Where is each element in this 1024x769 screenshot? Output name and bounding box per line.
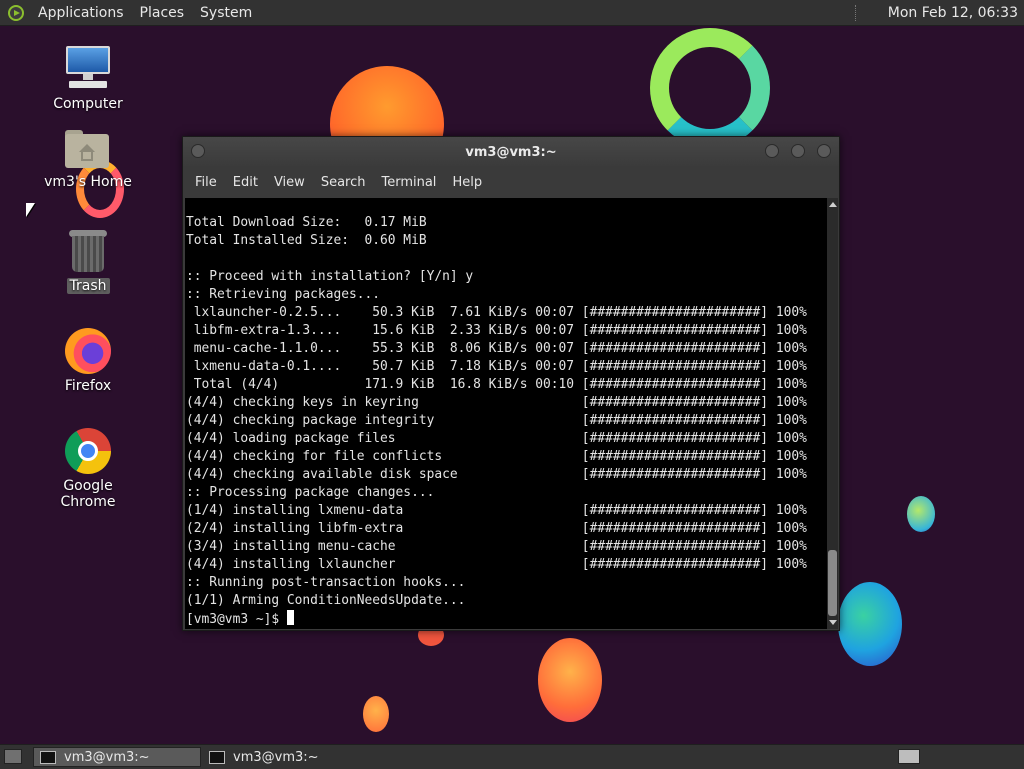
terminal-line: menu-cache-1.1.0... 55.3 KiB 8.06 KiB/s … bbox=[193, 341, 807, 356]
terminal-line: (4/4) checking for file conflicts [#####… bbox=[186, 449, 807, 464]
terminal-line: :: Running post-transaction hooks... bbox=[186, 575, 466, 590]
background-green-ring bbox=[650, 28, 770, 148]
terminal-output[interactable]: Total Download Size: 0.17 MiB Total Inst… bbox=[185, 198, 827, 629]
menu-help[interactable]: Help bbox=[444, 175, 490, 190]
desktop-icon-firefox[interactable]: Firefox bbox=[33, 328, 143, 394]
computer-icon bbox=[65, 46, 111, 92]
bottom-taskbar: vm3@vm3:~ vm3@vm3:~ bbox=[0, 744, 1024, 769]
trash-icon bbox=[69, 230, 107, 274]
terminal-line: Total Download Size: 0.17 MiB bbox=[186, 215, 427, 230]
terminal-line: (2/4) installing libfm-extra [##########… bbox=[186, 521, 807, 536]
background-orange-blob-bottom bbox=[538, 638, 602, 722]
taskbar-item-label: vm3@vm3:~ bbox=[233, 749, 319, 765]
terminal-prompt: [vm3@vm3 ~]$ bbox=[186, 612, 287, 627]
home-folder-icon bbox=[65, 130, 111, 170]
terminal-line: (3/4) installing menu-cache [###########… bbox=[186, 539, 807, 554]
background-blue-blob bbox=[838, 582, 902, 666]
top-panel: Applications Places System Mon Feb 12, 0… bbox=[0, 0, 1024, 26]
chrome-icon bbox=[65, 428, 111, 474]
terminal-line: (4/4) checking keys in keyring [########… bbox=[186, 395, 807, 410]
terminal-line: (4/4) loading package files [###########… bbox=[186, 431, 807, 446]
terminal-line: (4/4) checking package integrity [######… bbox=[186, 413, 807, 428]
desktop-icon-home[interactable]: vm3's Home bbox=[33, 130, 143, 190]
menu-file[interactable]: File bbox=[187, 175, 225, 190]
background-small-blob-bottom bbox=[363, 696, 389, 732]
menu-search[interactable]: Search bbox=[313, 175, 374, 190]
menu-places[interactable]: Places bbox=[132, 5, 193, 21]
close-button[interactable] bbox=[817, 144, 831, 158]
window-titlebar[interactable]: vm3@vm3:~ bbox=[183, 137, 839, 168]
terminal-icon bbox=[40, 750, 56, 764]
minimize-button[interactable] bbox=[765, 144, 779, 158]
menu-applications[interactable]: Applications bbox=[30, 5, 132, 21]
window-title: vm3@vm3:~ bbox=[465, 145, 557, 160]
terminal-text: Total Download Size: 0.17 MiB Total Inst… bbox=[185, 198, 827, 629]
terminal-line: lxlauncher-0.2.5... 50.3 KiB 7.61 KiB/s … bbox=[193, 305, 807, 320]
terminal-line: libfm-extra-1.3.... 15.6 KiB 2.33 KiB/s … bbox=[193, 323, 807, 338]
distro-logo-icon[interactable] bbox=[8, 4, 24, 21]
terminal-line: (1/4) installing lxmenu-data [##########… bbox=[186, 503, 807, 518]
terminal-line: Total Installed Size: 0.60 MiB bbox=[186, 233, 427, 248]
terminal-line: (1/1) Arming ConditionNeedsUpdate... bbox=[186, 593, 466, 608]
terminal-line: :: Proceed with installation? [Y/n] y bbox=[186, 269, 474, 284]
terminal-scrollbar[interactable] bbox=[827, 198, 838, 629]
desktop-icon-label: vm3's Home bbox=[44, 174, 132, 190]
firefox-icon bbox=[65, 328, 111, 374]
menu-edit[interactable]: Edit bbox=[225, 175, 266, 190]
workspace-switcher[interactable] bbox=[898, 749, 920, 764]
desktop-icon-label: Computer bbox=[53, 96, 123, 112]
scrollbar-thumb[interactable] bbox=[828, 550, 837, 616]
maximize-button[interactable] bbox=[791, 144, 805, 158]
desktop-icon-chrome[interactable]: Google Chrome bbox=[33, 428, 143, 510]
terminal-line: lxmenu-data-0.1.... 50.7 KiB 7.18 KiB/s … bbox=[193, 359, 807, 374]
terminal-menubar: File Edit View Search Terminal Help bbox=[183, 168, 839, 196]
menu-view[interactable]: View bbox=[266, 175, 313, 190]
terminal-line: (4/4) installing lxlauncher [###########… bbox=[186, 557, 807, 572]
terminal-window: vm3@vm3:~ File Edit View Search Terminal… bbox=[182, 136, 840, 631]
desktop-icon-label: Firefox bbox=[64, 378, 112, 394]
terminal-line: Total (4/4) 171.9 KiB 16.8 KiB/s 00:10 [… bbox=[193, 377, 807, 392]
taskbar-item-terminal-2[interactable]: vm3@vm3:~ bbox=[203, 747, 371, 767]
text-cursor bbox=[286, 610, 294, 625]
scroll-down-arrow-icon[interactable] bbox=[829, 620, 837, 625]
mouse-pointer-icon bbox=[26, 203, 35, 217]
terminal-line: :: Retrieving packages... bbox=[186, 287, 381, 302]
window-menu-button[interactable] bbox=[191, 144, 205, 158]
terminal-lines: Total Download Size: 0.17 MiB Total Inst… bbox=[186, 215, 807, 608]
taskbar-item-terminal-1[interactable]: vm3@vm3:~ bbox=[33, 747, 201, 767]
desktop-icon-label: Trash bbox=[66, 278, 110, 294]
menu-system[interactable]: System bbox=[192, 5, 260, 21]
panel-separator bbox=[854, 4, 858, 21]
desktop-icon-label: Google Chrome bbox=[60, 478, 116, 510]
show-desktop-icon[interactable] bbox=[4, 749, 22, 764]
terminal-line: :: Processing package changes... bbox=[186, 485, 435, 500]
desktop-icon-trash[interactable]: Trash bbox=[33, 230, 143, 294]
terminal-line: (4/4) checking available disk space [###… bbox=[186, 467, 807, 482]
desktop-icon-computer[interactable]: Computer bbox=[33, 46, 143, 112]
scroll-up-arrow-icon[interactable] bbox=[829, 202, 837, 207]
clock[interactable]: Mon Feb 12, 06:33 bbox=[888, 5, 1024, 21]
taskbar-item-label: vm3@vm3:~ bbox=[64, 749, 150, 765]
menu-terminal[interactable]: Terminal bbox=[373, 175, 444, 190]
background-small-blob-right bbox=[907, 496, 935, 532]
terminal-icon bbox=[209, 750, 225, 764]
